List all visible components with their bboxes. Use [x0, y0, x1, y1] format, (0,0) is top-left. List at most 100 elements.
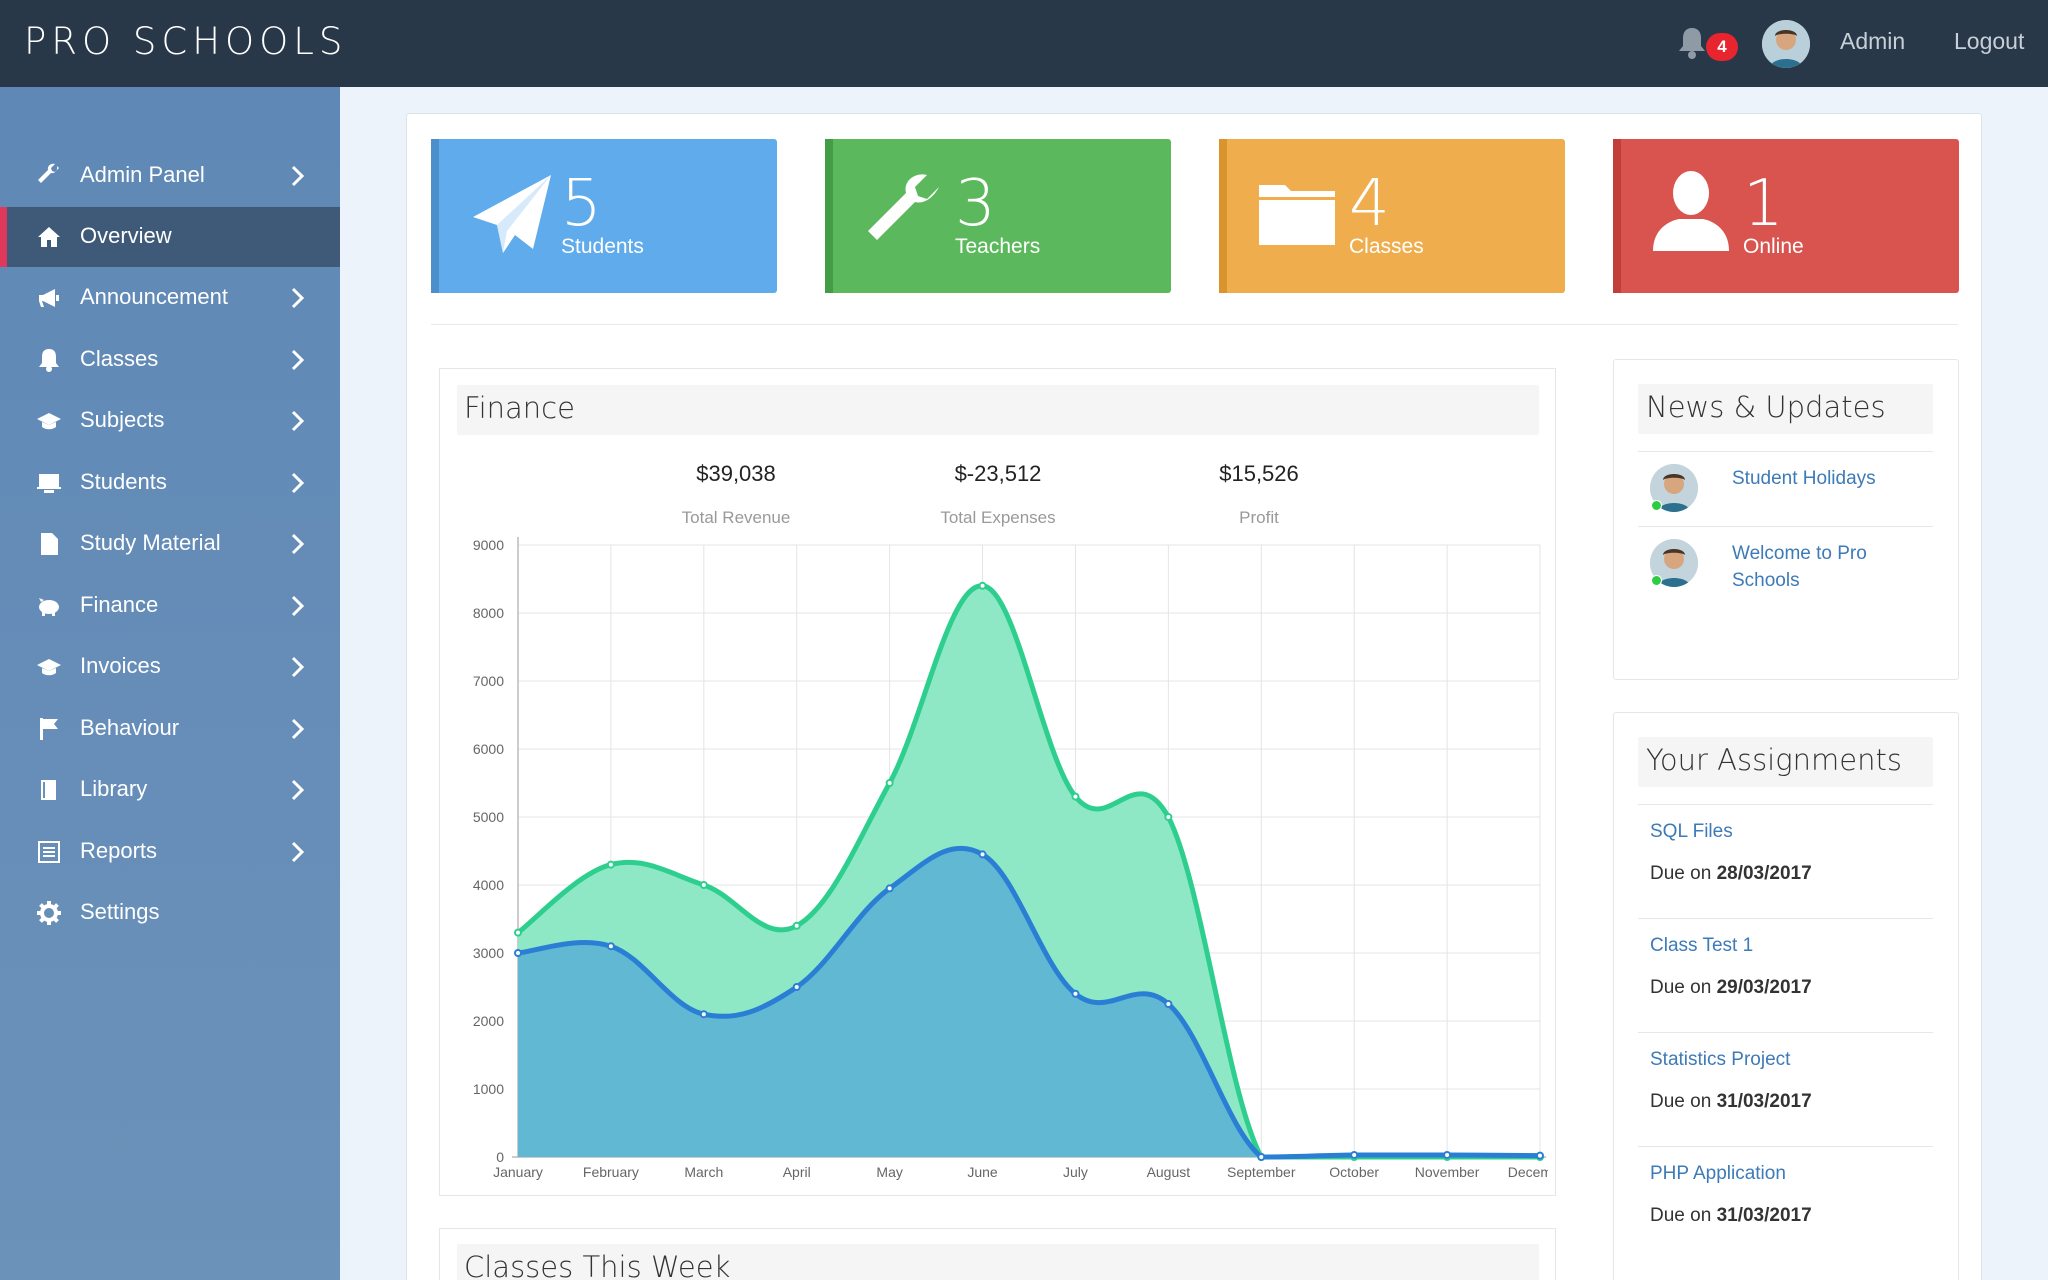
- sidebar-item-invoices[interactable]: Invoices: [0, 637, 340, 697]
- chevron-right-icon: [291, 165, 305, 187]
- bell-icon: [39, 349, 59, 372]
- sidebar-item-label: Classes: [80, 346, 159, 371]
- assignment-php-application[interactable]: PHP Application: [1650, 1160, 1786, 1187]
- assignment-statistics-project[interactable]: Statistics Project: [1650, 1046, 1790, 1073]
- x-tick-label: April: [783, 1164, 811, 1180]
- stat-tile-teachers[interactable]: 3 Teachers: [825, 139, 1171, 293]
- sidebar-item-announcement[interactable]: Announcement: [0, 268, 340, 328]
- brand-logo[interactable]: PRO SCHOOLS: [24, 20, 347, 63]
- admin-user-link[interactable]: Admin: [1840, 28, 1905, 55]
- finance-card-header: [457, 385, 1539, 435]
- paper-plane-icon: [473, 175, 551, 253]
- sidebar-item-reports[interactable]: Reports: [0, 822, 340, 882]
- y-tick-label: 0: [496, 1149, 504, 1165]
- data-point: [514, 928, 522, 937]
- folder-icon: [1259, 185, 1335, 245]
- home-icon: [38, 227, 60, 247]
- sidebar-item-admin-panel[interactable]: Admin Panel: [0, 146, 340, 206]
- sidebar-item-behaviour[interactable]: Behaviour: [0, 699, 340, 759]
- sidebar-item-overview[interactable]: Overview: [0, 207, 340, 267]
- logout-link[interactable]: Logout: [1954, 28, 2024, 55]
- sidebar-item-label: Announcement: [80, 284, 228, 309]
- sidebar-item-label: Admin Panel: [80, 162, 205, 187]
- stat-tile-classes[interactable]: 4 Classes: [1219, 139, 1565, 293]
- chevron-right-icon: [291, 472, 305, 494]
- stat-value: 1: [1743, 167, 1784, 241]
- sidebar-item-library[interactable]: Library: [0, 760, 340, 820]
- x-tick-label: August: [1147, 1164, 1191, 1180]
- tile-edge: [1613, 139, 1621, 293]
- separator: [1638, 804, 1933, 805]
- stat-value: 4: [1349, 167, 1390, 241]
- graduation-cap-icon: [37, 413, 61, 430]
- x-tick-label: July: [1063, 1164, 1088, 1180]
- y-tick-label: 1000: [473, 1081, 504, 1097]
- stat-label: Students: [561, 235, 644, 258]
- sidebar-item-study-material[interactable]: Study Material: [0, 514, 340, 574]
- profit-label: Profit: [1239, 508, 1279, 527]
- data-point: [1071, 792, 1080, 801]
- finance-title: Finance: [464, 391, 575, 425]
- sidebar-item-label: Subjects: [80, 407, 165, 432]
- data-point: [1257, 1153, 1266, 1161]
- data-point: [699, 881, 708, 889]
- assignment-due-date: Due on 31/03/2017: [1650, 1205, 1812, 1226]
- x-tick-label: December: [1508, 1164, 1548, 1180]
- sidebar-item-settings[interactable]: Settings: [0, 883, 340, 943]
- assignment-due-date: Due on 29/03/2017: [1650, 977, 1812, 998]
- x-tick-label: June: [967, 1164, 998, 1180]
- sidebar-item-students[interactable]: Students: [0, 453, 340, 513]
- graduation-cap-icon: [37, 659, 61, 676]
- y-tick-label: 7000: [473, 673, 504, 689]
- stat-tile-students[interactable]: 5 Students: [431, 139, 777, 293]
- separator: [1638, 451, 1933, 452]
- sidebar-item-label: Study Material: [80, 530, 221, 555]
- notification-bell-icon[interactable]: [1677, 26, 1707, 60]
- news-item-welcome[interactable]: Welcome to Pro Schools: [1732, 540, 1912, 594]
- wrench-icon: [868, 174, 939, 240]
- chevron-right-icon: [291, 595, 305, 617]
- data-point: [1350, 1150, 1359, 1159]
- classes-week-title: Classes This Week: [464, 1250, 731, 1280]
- chevron-right-icon: [291, 349, 305, 371]
- y-tick-label: 8000: [473, 605, 504, 621]
- data-point: [792, 921, 801, 930]
- y-tick-label: 4000: [473, 877, 504, 893]
- x-tick-label: November: [1415, 1164, 1480, 1180]
- sidebar-item-classes[interactable]: Classes: [0, 330, 340, 390]
- data-point: [885, 884, 894, 893]
- x-tick-label: January: [493, 1164, 543, 1180]
- data-point: [514, 949, 522, 957]
- chevron-right-icon: [291, 779, 305, 801]
- news-item-student-holidays[interactable]: Student Holidays: [1732, 465, 1932, 492]
- y-tick-label: 9000: [473, 537, 504, 553]
- total-revenue-value: $39,038: [696, 461, 776, 486]
- data-point: [792, 983, 801, 991]
- data-point: [1536, 1151, 1544, 1160]
- assignment-sql-files[interactable]: SQL Files: [1650, 818, 1733, 845]
- chevron-right-icon: [291, 656, 305, 678]
- data-point: [1443, 1150, 1452, 1159]
- sidebar-item-subjects[interactable]: Subjects: [0, 391, 340, 451]
- sidebar-item-label: Finance: [80, 592, 159, 617]
- gear-icon: [37, 901, 61, 925]
- x-tick-label: October: [1329, 1164, 1379, 1180]
- file-icon: [41, 533, 58, 555]
- stat-tile-online[interactable]: 1 Online: [1613, 139, 1959, 293]
- x-tick-label: September: [1227, 1164, 1296, 1180]
- tile-edge: [431, 139, 439, 293]
- online-status-dot: [1651, 500, 1662, 511]
- sidebar-item-label: Invoices: [80, 653, 161, 678]
- sidebar-item-finance[interactable]: Finance: [0, 576, 340, 636]
- assignment-due-date: Due on 28/03/2017: [1650, 863, 1812, 884]
- stat-value: 3: [955, 167, 996, 241]
- sidebar-item-label: Library: [80, 776, 148, 801]
- user-avatar[interactable]: [1762, 20, 1810, 68]
- chevron-right-icon: [291, 841, 305, 863]
- notification-count-badge[interactable]: 4: [1706, 33, 1738, 61]
- assignment-class-test[interactable]: Class Test 1: [1650, 932, 1753, 959]
- total-revenue-label: Total Revenue: [681, 508, 791, 527]
- separator: [1638, 526, 1933, 527]
- stat-label: Classes: [1349, 235, 1424, 258]
- profit-value: $15,526: [1219, 461, 1299, 486]
